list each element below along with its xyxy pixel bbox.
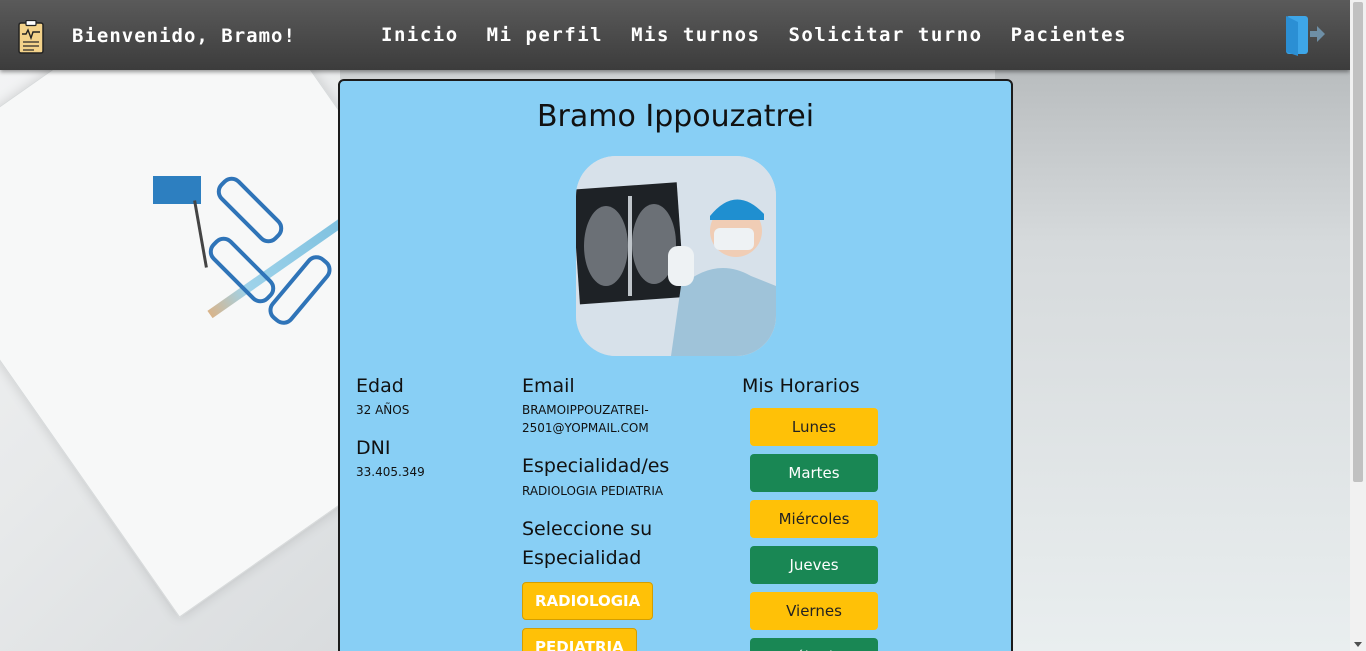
seleccione-label-line2: Especialidad [522,547,642,569]
specialty-button-radiologia[interactable]: RADIOLOGIA [522,582,654,620]
nav-link-inicio[interactable]: Inicio [381,24,459,46]
doctor-xray-image [576,156,776,356]
email-value-line2: 2501@yopmail.com [522,421,649,435]
dni-value: 33.405.349 [356,465,425,479]
dni-label: DNI [356,437,391,459]
background-desk-left [0,70,340,651]
email-label: Email [522,375,575,397]
profile-photo [576,156,776,356]
email-value-line1: bramoippouzatrei- [522,403,649,417]
nav-link-solicitar-turno[interactable]: Solicitar turno [788,24,982,46]
nav-link-mis-turnos[interactable]: Mis turnos [631,24,760,46]
seleccione-label-line1: Seleccione su [522,518,653,540]
day-button-sabado[interactable]: Sábado [750,638,878,651]
especialidad-label: Especialidad/es [522,455,670,477]
nav-links: Inicio Mi perfil Mis turnos Solicitar tu… [381,24,1127,46]
especialidad-value: Radiologia pediatria [522,484,664,498]
logout-icon[interactable] [1284,14,1326,56]
specialty-button-pediatria[interactable]: PEDIATRIA [522,628,637,651]
day-button-martes[interactable]: Martes [750,454,878,492]
scroll-down-arrow-icon[interactable] [1354,642,1362,647]
scrollbar-thumb[interactable] [1353,2,1363,482]
edad-value: 32 años [356,403,410,417]
top-navbar: Bienvenido, Bramo! Inicio Mi perfil Mis … [0,0,1350,70]
page-scrollbar[interactable] [1350,0,1366,651]
nav-link-mi-perfil[interactable]: Mi perfil [487,24,603,46]
nav-link-pacientes[interactable]: Pacientes [1011,24,1127,46]
day-button-viernes[interactable]: Viernes [750,592,878,630]
day-button-jueves[interactable]: Jueves [750,546,878,584]
day-button-lunes[interactable]: Lunes [750,408,878,446]
profile-card: Bramo Ippouzatrei Edad 32 años DNI 33.40… [338,79,1013,651]
welcome-text: Bienvenido, Bramo! [72,25,296,47]
profile-name: Bramo Ippouzatrei [536,99,815,134]
day-button-miercoles[interactable]: Miércoles [750,500,878,538]
background-desk-right [995,70,1350,651]
horarios-label: Mis Horarios [742,375,860,397]
edad-label: Edad [356,375,404,397]
background-notebook [0,70,340,618]
clipboard-icon [18,20,44,54]
